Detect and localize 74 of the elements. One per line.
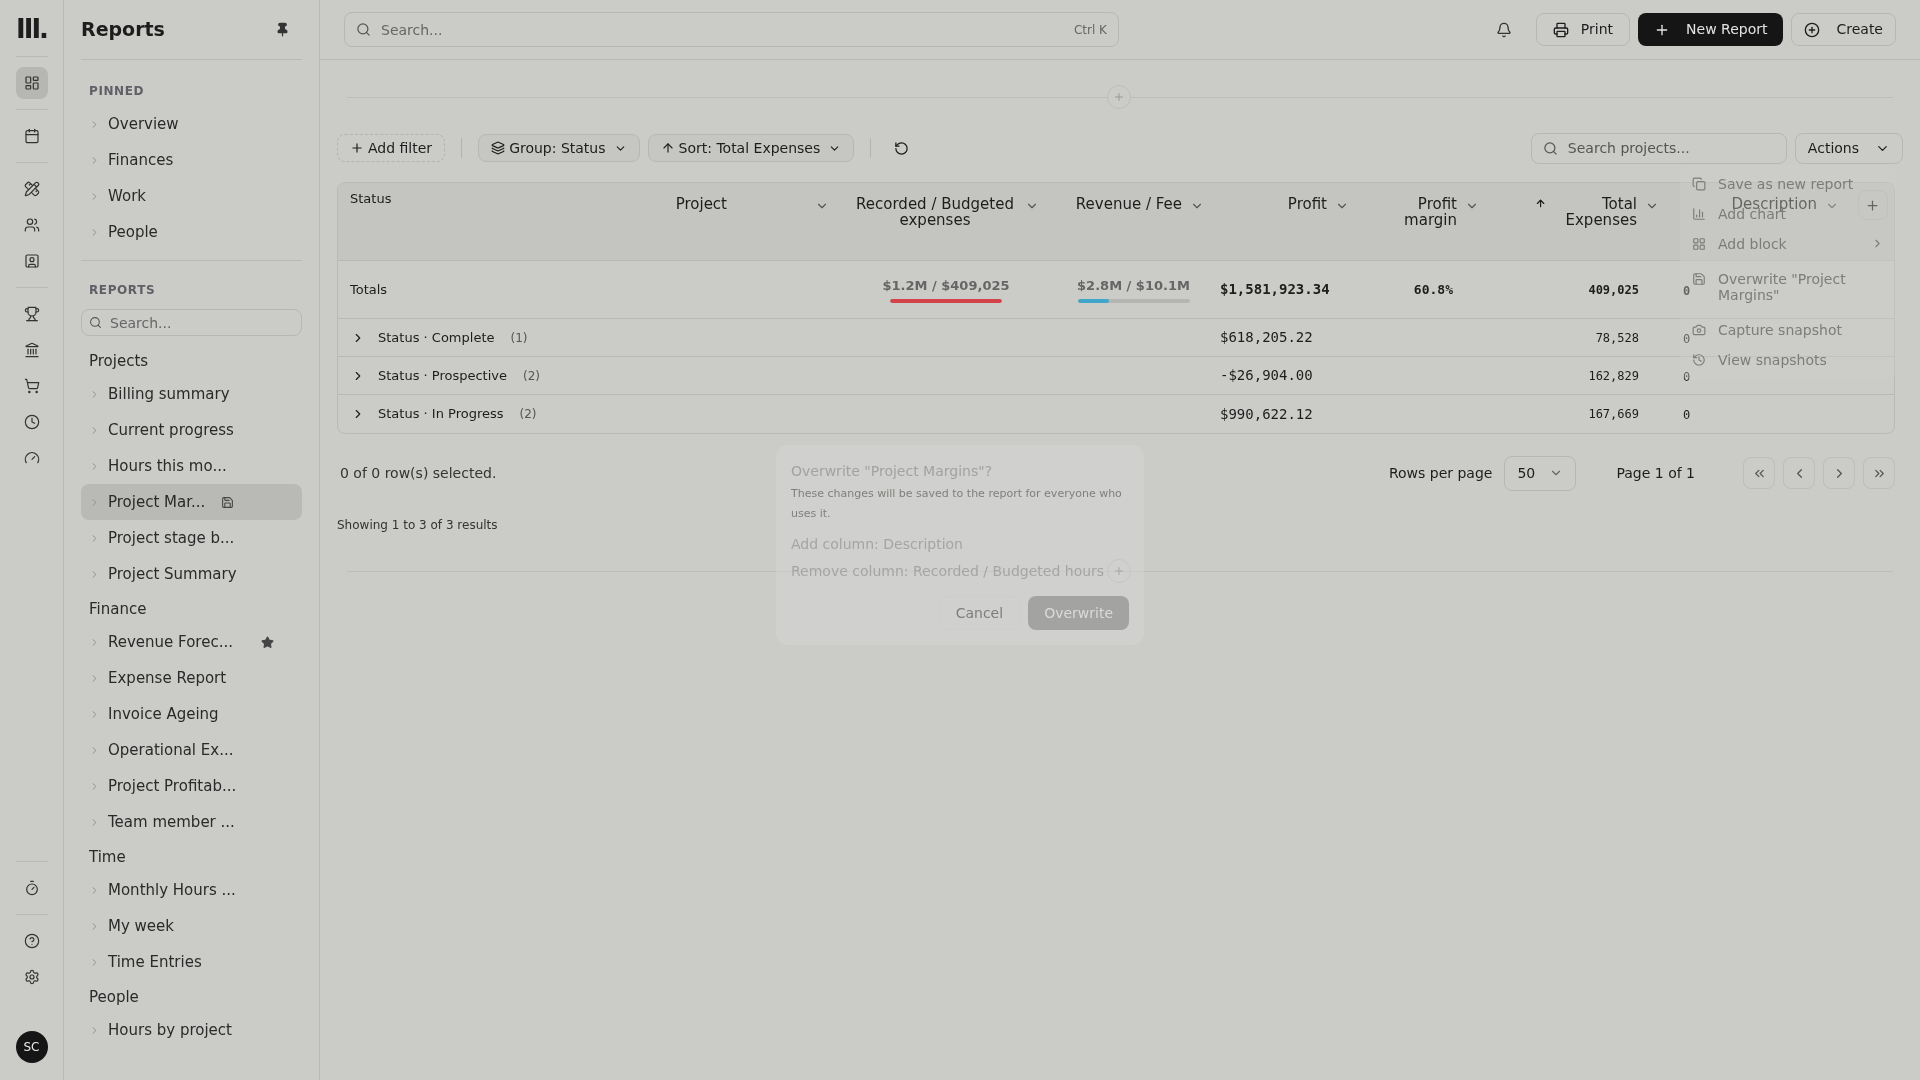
sidebar-item[interactable]: People [81,214,302,250]
table-cell-text: $1,581,923.34 [1220,280,1330,299]
new-report-button[interactable]: New Report [1638,13,1784,46]
group-title: People [88,986,140,1008]
column-header[interactable]: Recorded / Budgeted expenses [853,196,1039,228]
column-header[interactable]: Profit [1228,196,1349,213]
selection-count: 0 of 0 row(s) selected. [340,463,497,483]
page-indicator: Page 1 of 1 [1616,463,1695,483]
table-cell: 0 [1683,283,1691,298]
sidebar-item[interactable]: Overview [81,106,302,142]
print-button[interactable]: Print [1535,13,1631,46]
group-title: Finance [88,598,148,620]
table-cell: 0 [1683,331,1691,346]
sidebar-item[interactable]: Billing summary [81,376,302,412]
sidebar-item[interactable]: Project Mar... [81,484,302,520]
table-cell-text: 409,025 [1588,281,1639,299]
create-button[interactable]: Create [1791,13,1896,46]
table-cell: 0 [1683,408,1691,422]
column-header[interactable]: Revenue / Fee [1063,196,1204,213]
page-size-select[interactable]: 50 [1504,455,1577,491]
sort-button[interactable]: Sort: Total Expenses [647,134,855,162]
amount-text: $1.2M / $409,025 [882,276,1010,295]
search-field[interactable]: Search... [81,309,302,336]
sidebar-item[interactable]: Current progress [81,412,302,448]
group-title: Time [88,846,127,868]
sidebar-item[interactable]: Finances [81,142,302,178]
group-count: (2) [523,367,541,385]
sidebar-item[interactable]: Hours by project [81,1012,302,1048]
totals-label: Totals [350,280,388,299]
results-summary: Showing 1 to 3 of 3 results [337,517,498,534]
sidebar-item[interactable]: Project Profitab... [81,768,302,804]
search-field[interactable]: Search projects... [1530,132,1787,164]
shortcut-hint: Ctrl K [1073,22,1107,39]
user-avatar[interactable]: SC [15,1031,48,1063]
sidebar-item[interactable]: Project Summary [81,556,302,592]
table-cell-text: 60.8% [1413,280,1453,299]
table-cell-text: 78,528 [1595,329,1639,347]
table-cell-text: $618,205.22 [1220,328,1313,347]
table-cell: 0 [1683,369,1691,384]
sidebar-item[interactable]: Operational Ex... [81,732,302,768]
group-button[interactable]: Group: Status [478,134,640,162]
table-cell-text: 162,829 [1588,367,1639,385]
dialog-description: These changes will be saved to the report for everyone who uses it. [791,486,1123,522]
table-cell-text: $990,622.12 [1220,404,1313,424]
sidebar-item[interactable]: Time Entries [81,944,302,980]
sidebar-item[interactable]: Project stage b... [81,520,302,556]
group-title: Projects [88,350,150,372]
table-cell-text: 167,669 [1588,406,1639,423]
group-label: Status · Complete [378,328,495,347]
column-header[interactable]: Total Expenses [1503,196,1659,228]
sidebar-item[interactable]: Expense Report [81,660,302,696]
sidebar-item[interactable]: My week [81,908,302,944]
column-header[interactable]: Project [613,196,829,213]
group-count: (2) [519,406,537,423]
rows-per-page-label: Rows per page [1388,463,1493,483]
sidebar-item[interactable]: Revenue Forec... [81,624,302,660]
sidebar-item[interactable]: Team member ... [81,804,302,840]
actions-button[interactable]: Actions [1794,132,1903,164]
column-header[interactable]: Status [350,191,589,207]
add-filter-button[interactable]: Add filter [337,134,446,162]
sidebar-item[interactable]: Work [81,178,302,214]
logo[interactable]: III. [16,14,47,44]
section-heading: REPORTS [88,282,157,299]
column-header[interactable]: Profit margin [1373,196,1479,228]
group-label: Status · In Progress [378,405,504,424]
group-count: (1) [510,329,528,347]
sidebar-title: Reports [81,17,165,43]
sidebar-item[interactable]: Monthly Hours ... [81,872,302,908]
group-label: Status · Prospective [378,366,508,385]
sidebar-item[interactable]: Hours this mo... [81,448,302,484]
amount-text: $2.8M / $10.1M [1077,276,1190,295]
sidebar-item[interactable]: Invoice Ageing [81,696,302,732]
section-heading: PINNED [88,83,146,100]
table-cell-text: -$26,904.00 [1220,366,1313,385]
